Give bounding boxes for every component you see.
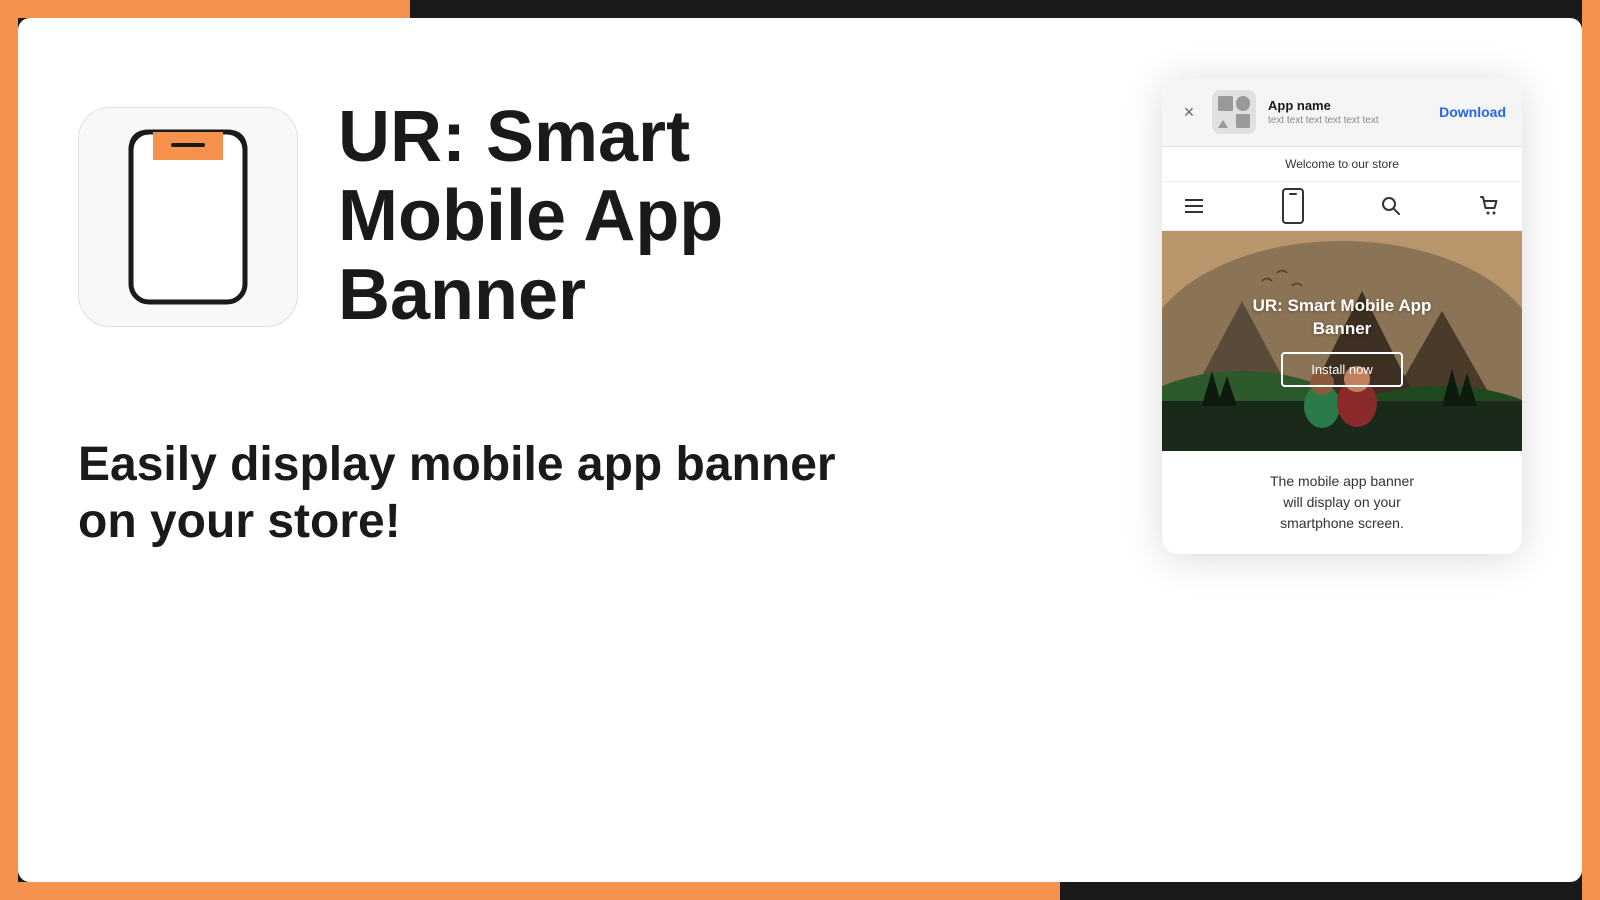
panel-description-text: The mobile app bannerwill display on you… [1178,471,1506,534]
hero-overlay: UR: Smart Mobile AppBanner Install now [1162,231,1522,451]
hamburger-line-1 [1185,199,1203,201]
app-info: App name text text text text text text [1268,98,1427,126]
orange-bar-right [1582,0,1600,900]
description-text: Easily display mobile app banneron your … [78,436,978,551]
phone-illustration-icon [123,127,253,307]
icon-shape-circle [1236,96,1251,111]
hamburger-line-2 [1185,205,1203,207]
main-card: UR: SmartMobile App Banner Easily displa… [18,18,1582,882]
phone-nav-icon[interactable] [1281,194,1305,218]
hero-image: UR: Smart Mobile AppBanner Install now [1162,231,1522,451]
app-icon-small [1212,90,1256,134]
outer-frame: UR: SmartMobile App Banner Easily displa… [0,0,1600,900]
orange-bar-left [0,0,18,900]
hamburger-line-3 [1185,211,1203,213]
app-icon-box [78,107,298,327]
welcome-text: Welcome to our store [1285,157,1399,171]
left-content: UR: SmartMobile App Banner Easily displa… [18,18,1038,882]
app-name-label: App name [1268,98,1427,113]
app-icon-section: UR: SmartMobile App Banner [78,98,978,336]
download-button[interactable]: Download [1439,104,1506,120]
app-title: UR: SmartMobile App Banner [338,98,978,336]
app-sub-label: text text text text text text [1268,115,1427,126]
cart-icon [1479,195,1501,217]
mobile-nav [1162,182,1522,231]
orange-bar-bottom [0,882,1060,900]
icon-shape-square [1218,96,1233,111]
hamburger-lines [1185,199,1203,213]
search-nav-icon[interactable] [1379,194,1403,218]
banner-header: × App name text text text text text text… [1162,78,1522,147]
hero-title: UR: Smart Mobile AppBanner [1253,295,1432,339]
panel-description: The mobile app bannerwill display on you… [1162,451,1522,554]
orange-bar-top [0,0,410,18]
icon-shape-rect [1236,114,1251,129]
search-icon [1381,196,1401,216]
close-button[interactable]: × [1178,101,1200,123]
icon-shape-triangle [1218,120,1228,128]
phone-nav-shape [1282,188,1304,224]
hamburger-icon[interactable] [1182,194,1206,218]
right-panel: × App name text text text text text text… [1162,78,1522,554]
phone-nav-notch [1289,193,1297,195]
cart-nav-icon[interactable] [1478,194,1502,218]
store-browser-header: Welcome to our store [1162,147,1522,182]
install-button[interactable]: Install now [1281,352,1402,387]
